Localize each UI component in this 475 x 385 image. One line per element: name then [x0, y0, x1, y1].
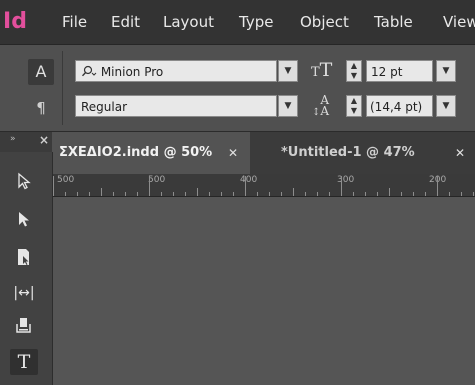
ruler-tick [473, 192, 474, 196]
font-size-icon: TT [311, 59, 333, 81]
font-size-input[interactable]: 12 pt [366, 60, 433, 82]
ruler-tick [389, 188, 390, 196]
ruler-tick [281, 192, 282, 196]
menu-type[interactable]: Type [239, 13, 273, 31]
ruler-tick [257, 192, 258, 196]
selection-tool-icon[interactable] [10, 210, 38, 236]
leading-icon: ↕A A [312, 93, 330, 118]
horizontal-ruler[interactable]: 500 500 400 300 200 [53, 174, 475, 197]
ruler-tick [401, 192, 402, 196]
ruler-label: 300 [337, 175, 355, 185]
character-formatting-button[interactable]: A [28, 59, 54, 85]
ruler-tick [77, 192, 78, 196]
ruler-tick [269, 192, 270, 196]
ruler-tick [209, 192, 210, 196]
menu-layout[interactable]: Layout [163, 13, 214, 31]
ruler-tick [185, 192, 186, 196]
divider [62, 51, 63, 125]
ruler-tick [365, 192, 366, 196]
collapse-panel-icon[interactable]: » [10, 134, 16, 144]
ruler-tick [317, 192, 318, 196]
close-icon[interactable]: ✕ [228, 132, 238, 174]
ruler-tick [149, 176, 150, 196]
ruler-tick [125, 192, 126, 196]
ruler-tick [449, 192, 450, 196]
leading-stepper[interactable]: ▲ ▼ [346, 95, 362, 117]
indesign-logo: Id [3, 9, 27, 34]
tab-label: ΣΧΕΔΙΟ2.indd @ 50% [59, 145, 213, 160]
font-family-dropdown-button[interactable]: ▼ [278, 60, 298, 82]
type-tool-icon[interactable]: T [10, 349, 38, 375]
ruler-tick [293, 188, 294, 196]
font-size-stepper[interactable]: ▲ ▼ [346, 60, 362, 82]
page-tool-icon[interactable] [10, 247, 38, 273]
font-style-value: Regular [81, 100, 128, 114]
ruler-tick [161, 192, 162, 196]
ruler-label: 400 [240, 175, 258, 185]
ruler-label: 500 [57, 175, 75, 185]
font-size-dropdown-button[interactable]: ▼ [436, 60, 456, 82]
menu-view[interactable]: View [443, 13, 475, 31]
ruler-tick [53, 176, 54, 196]
document-tab[interactable]: *Untitled-1 @ 47% ✕ [275, 132, 475, 174]
paragraph-formatting-button[interactable]: ¶ [28, 95, 54, 121]
font-style-field[interactable]: Regular [75, 95, 277, 117]
ruler-tick [245, 176, 246, 196]
menu-bar: Id File Edit Layout Type Object Table Vi… [0, 0, 475, 45]
ruler-tick [413, 192, 414, 196]
font-family-field[interactable]: Minion Pro [75, 60, 277, 82]
tab-label: *Untitled-1 @ 47% [281, 145, 415, 160]
ruler-tick [353, 192, 354, 196]
ruler-tick [65, 192, 66, 196]
document-tab-active[interactable]: ΣΧΕΔΙΟ2.indd @ 50% ✕ [53, 132, 250, 174]
leading-value: (14,4 pt) [370, 100, 423, 114]
ruler-tick [173, 192, 174, 196]
tools-panel-header[interactable]: » × [0, 132, 52, 152]
ruler-tick [233, 192, 234, 196]
menu-object[interactable]: Object [300, 13, 349, 31]
gap-tool-icon[interactable]: |↔| [10, 280, 38, 306]
ruler-tick [461, 192, 462, 196]
ruler-tick [101, 188, 102, 196]
control-panel: A ¶ Minion Pro ▼ Regular ▼ TT ▲ ▼ 12 pt ▼… [0, 45, 475, 132]
font-size-value: 12 pt [371, 65, 403, 79]
menu-file[interactable]: File [62, 13, 87, 31]
close-icon[interactable]: ✕ [455, 132, 465, 174]
ruler-tick [137, 192, 138, 196]
ruler-tick [113, 192, 114, 196]
ruler-tick [377, 192, 378, 196]
content-collector-tool-icon[interactable] [10, 315, 38, 341]
ruler-tick [341, 176, 342, 196]
menu-table[interactable]: Table [374, 13, 413, 31]
ruler-tick [329, 192, 330, 196]
ruler-tick [305, 192, 306, 196]
close-icon[interactable]: × [39, 133, 49, 147]
font-style-dropdown-button[interactable]: ▼ [278, 95, 298, 117]
menu-edit[interactable]: Edit [111, 13, 140, 31]
font-family-value: Minion Pro [100, 65, 164, 79]
ruler-tick [221, 192, 222, 196]
ruler-tick [89, 192, 90, 196]
direct-selection-tool-icon[interactable] [10, 172, 38, 198]
tools-panel: |↔| T [0, 152, 53, 385]
ruler-tick [197, 188, 198, 196]
ruler-tick [425, 192, 426, 196]
search-icon [81, 65, 101, 79]
ruler-label: 500 [148, 175, 166, 185]
document-canvas[interactable] [53, 197, 475, 385]
leading-dropdown-button[interactable]: ▼ [436, 95, 456, 117]
document-tab-bar: ΣΧΕΔΙΟ2.indd @ 50% ✕ *Untitled-1 @ 47% ✕ [53, 132, 475, 174]
ruler-tick [437, 176, 438, 196]
leading-input[interactable]: (14,4 pt) [366, 95, 433, 117]
